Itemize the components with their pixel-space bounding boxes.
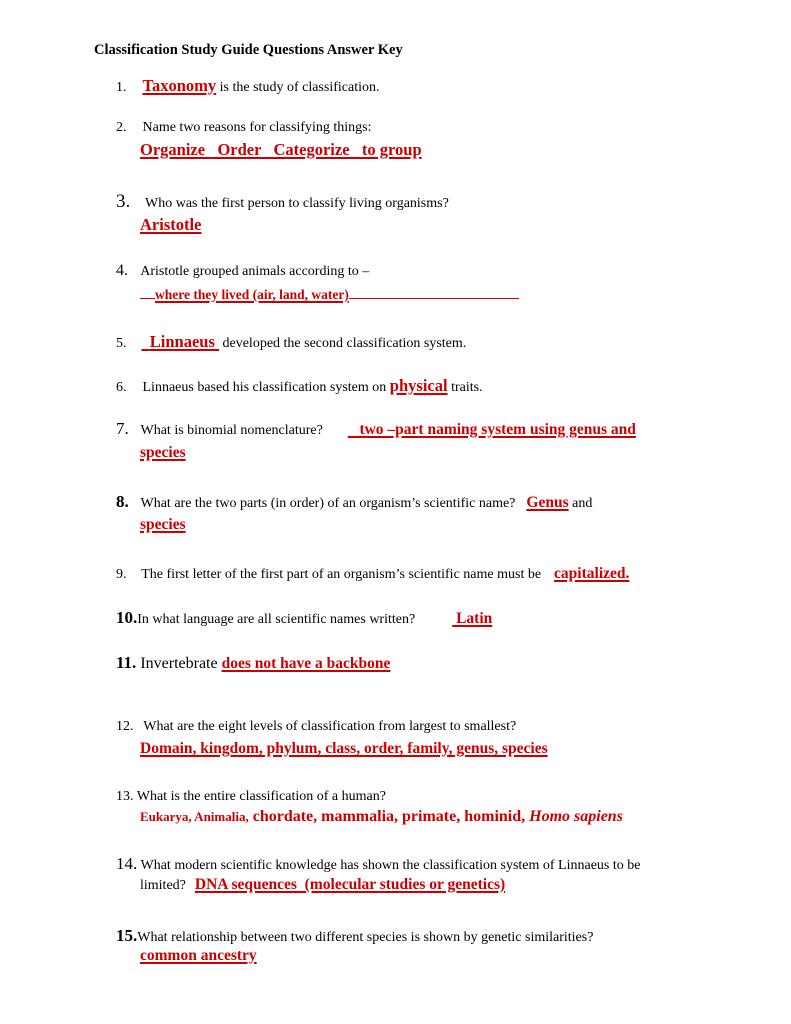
question-text: What modern scientific knowledge has sho… xyxy=(140,858,641,873)
question-number: 10. xyxy=(116,608,138,627)
answer: Taxonomy xyxy=(142,76,217,95)
question-number: 8. xyxy=(116,492,129,511)
question-4: 4. Aristotle grouped animals according t… xyxy=(116,262,369,280)
question-number: 9. xyxy=(116,567,127,582)
question-number: 13. xyxy=(116,789,134,804)
question-13: 13. What is the entire classification of… xyxy=(116,789,386,805)
question-text: What is the entire classification of a h… xyxy=(136,789,386,804)
question-4-answer: where they lived (air, land, water) xyxy=(155,287,349,302)
question-number: 12. xyxy=(116,719,134,734)
question-3: 3. Who was the first person to classify … xyxy=(116,191,449,213)
question-number: 1. xyxy=(116,80,127,95)
answer: Linnaeus xyxy=(142,332,220,351)
question-6: 6. Linnaeus based his classification sys… xyxy=(116,376,483,396)
answer: does not have a backbone xyxy=(221,655,391,672)
answer-text: two –part naming system using genus and xyxy=(359,421,636,438)
question-8: 8. What are the two parts (in order) of … xyxy=(116,492,592,512)
question-text: What relationship between two different … xyxy=(137,930,594,945)
answer: DNA sequences (molecular studies or gene… xyxy=(194,876,506,893)
question-text: Name two reasons for classifying things: xyxy=(142,120,372,135)
question-5: 5. Linnaeus developed the second classif… xyxy=(116,332,466,352)
question-14-cont: limited? DNA sequences (molecular studie… xyxy=(140,876,505,894)
question-14: 14. What modern scientific knowledge has… xyxy=(116,854,640,874)
question-11: 11. Invertebrate does not have a backbon… xyxy=(116,653,390,673)
question-3-answer: Aristotle xyxy=(140,215,202,234)
question-7: 7. What is binomial nomenclature? two –p… xyxy=(116,419,636,439)
answer: two –part naming system using genus and xyxy=(348,421,636,438)
question-number: 6. xyxy=(116,380,127,395)
question-text: The first letter of the first part of an… xyxy=(141,567,542,582)
blank-line xyxy=(140,297,155,299)
question-text: What are the two parts (in order) of an … xyxy=(140,496,516,511)
question-number: 3. xyxy=(116,191,131,212)
question-text: Invertebrate xyxy=(140,655,218,672)
question-12: 12. What are the eight levels of classif… xyxy=(116,719,516,735)
question-text-mid: and xyxy=(572,496,593,511)
answer-italic: Homo sapiens xyxy=(529,808,623,825)
question-8-answer-cont: species xyxy=(140,516,186,533)
question-text: Linnaeus based his classification system… xyxy=(142,380,387,395)
question-number: 14. xyxy=(116,854,138,873)
question-15: 15.What relationship between two differe… xyxy=(116,926,593,946)
question-text-after: traits. xyxy=(451,380,483,395)
question-2: 2. Name two reasons for classifying thin… xyxy=(116,120,372,136)
answer: capitalized. xyxy=(554,565,630,582)
question-number: 4. xyxy=(116,262,128,279)
question-text: In what language are all scientific name… xyxy=(137,612,416,627)
question-4-answer-line: where they lived (air, land, water) xyxy=(140,286,519,304)
question-7-answer-cont: species xyxy=(140,444,186,461)
answer: chordate, mammalia, primate, hominid, xyxy=(252,808,526,825)
answer: physical xyxy=(389,376,448,395)
question-text: What is binomial nomenclature? xyxy=(140,423,323,438)
question-number: 7. xyxy=(116,419,129,438)
question-text: is the study of classification. xyxy=(219,80,380,95)
question-text-cont: limited? xyxy=(140,878,186,893)
answer-text: Linnaeus xyxy=(149,332,215,351)
question-number: 15. xyxy=(116,926,138,945)
question-text: Who was the first person to classify liv… xyxy=(145,196,449,211)
answer-text: Latin xyxy=(456,610,493,627)
question-9: 9. The first letter of the first part of… xyxy=(116,565,629,583)
question-2-answer: Organize Order Categorize to group xyxy=(140,140,422,159)
question-text: developed the second classification syst… xyxy=(222,336,467,351)
answer-small: Eukarya, Animalia, xyxy=(140,809,249,824)
question-13-answer: Eukarya, Animalia, chordate, mammalia, p… xyxy=(140,808,623,826)
question-number: 11. xyxy=(116,653,137,672)
answer: Latin xyxy=(452,610,492,627)
answer: Genus xyxy=(526,494,569,511)
question-12-answer: Domain, kingdom, phylum, class, order, f… xyxy=(140,740,548,757)
question-1: 1. Taxonomy is the study of classificati… xyxy=(116,76,379,96)
question-15-answer: common ancestry xyxy=(140,947,257,964)
question-10: 10.In what language are all scientific n… xyxy=(116,608,492,628)
question-text: Aristotle grouped animals according to – xyxy=(140,264,370,279)
question-number: 5. xyxy=(116,336,127,351)
question-number: 2. xyxy=(116,120,127,135)
blank-line xyxy=(348,297,519,299)
question-text: What are the eight levels of classificat… xyxy=(143,719,517,734)
document-title: Classification Study Guide Questions Ans… xyxy=(94,42,403,58)
